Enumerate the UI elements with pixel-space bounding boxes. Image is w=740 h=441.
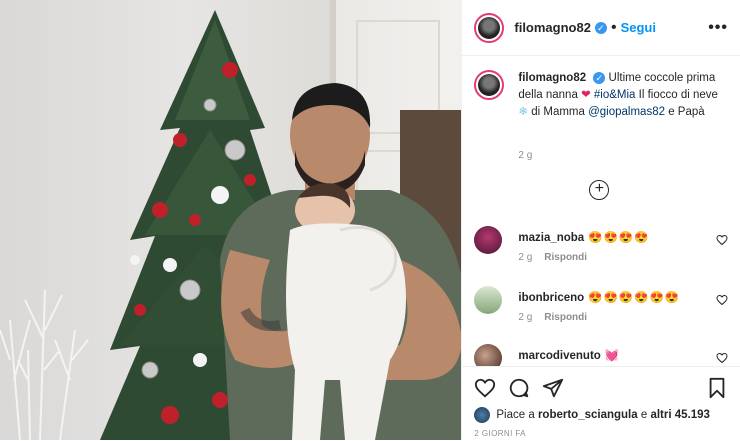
author-username[interactable]: filomagno82 (514, 20, 591, 35)
hashtag-link[interactable]: #io&Mia (594, 89, 636, 101)
avatar-image (478, 74, 501, 96)
liker-avatar[interactable] (474, 407, 491, 423)
verified-badge-icon: ✓ (593, 72, 606, 84)
comment-icon[interactable] (508, 377, 530, 399)
commenter-username[interactable]: marcodivenuto (518, 350, 600, 362)
caption-username[interactable]: filomagno82 (518, 72, 586, 84)
likes-middle: e (640, 409, 648, 421)
load-more-comments-button[interactable]: + (589, 180, 610, 200)
comment-text: mazia_noba 😍😍😍😍 (518, 230, 649, 244)
comment-time: 2 g (518, 252, 533, 263)
follow-button[interactable]: Segui (621, 20, 656, 35)
comment-time: 2 g (518, 312, 533, 323)
more-options-icon[interactable]: ••• (708, 19, 728, 37)
comment-meta: 2 g Rispondi (518, 312, 587, 323)
caption-body: di Mamma (531, 106, 585, 118)
post-caption: filomagno82 ✓ Ultime coccole prima della… (474, 70, 728, 121)
post-side-panel: filomagno82 ✓ • Segui ••• filomagno82 ✓ … (461, 0, 740, 441)
instagram-post: filomagno82 ✓ • Segui ••• filomagno82 ✓ … (0, 0, 740, 441)
post-actions-bar: Piace a roberto_sciangula e altri 45.193… (462, 366, 740, 441)
comment-heart-icon[interactable] (716, 352, 728, 364)
likes-others-link[interactable]: altri 45.193 (650, 409, 709, 421)
likes-prefix: Piace a (496, 409, 535, 421)
likes-summary: Piace a roberto_sciangula e altri 45.193 (474, 407, 710, 423)
header-separator: • (610, 18, 617, 36)
comment-text: marcodivenuto 💓 (518, 348, 620, 362)
verified-badge-icon: ✓ (594, 21, 607, 34)
mention-link[interactable]: @giopalmas82 (588, 106, 665, 118)
snowflake-emoji: ❄ (518, 106, 529, 118)
comment-body: 😍😍😍😍 (588, 232, 650, 244)
reply-button[interactable]: Rispondi (544, 312, 587, 323)
action-icons (474, 377, 728, 401)
bookmark-icon[interactable] (706, 377, 728, 399)
post-header: filomagno82 ✓ • Segui ••• (462, 0, 740, 56)
caption-body: e Papà (668, 106, 705, 118)
commenter-username[interactable]: ibonbriceno (518, 292, 584, 304)
commenter-avatar[interactable] (474, 226, 503, 254)
heart-icon[interactable] (474, 377, 496, 399)
decorative-branches (0, 289, 89, 440)
commenter-avatar[interactable] (474, 286, 503, 314)
comment-heart-icon[interactable] (716, 294, 728, 306)
caption-body: Il fiocco di neve (638, 89, 718, 101)
caption-time: 2 g (518, 150, 533, 161)
avatar-image (478, 16, 501, 39)
man-holding-baby (220, 83, 462, 440)
post-photo[interactable] (0, 0, 462, 440)
caption-text: filomagno82 ✓ Ultime coccole prima della… (518, 70, 728, 121)
comment-body: 💓 (604, 350, 621, 362)
commenter-username[interactable]: mazia_noba (518, 232, 584, 244)
comment-body: 😍😍😍😍😍😍 (588, 292, 681, 304)
comment-text: ibonbriceno 😍😍😍😍😍😍 (518, 290, 680, 304)
liker-username[interactable]: roberto_sciangula (538, 409, 638, 421)
post-date: 2 GIORNI FA (474, 429, 526, 438)
comment-meta: 2 g Rispondi (518, 252, 587, 263)
comment-heart-icon[interactable] (716, 234, 728, 246)
reply-button[interactable]: Rispondi (544, 252, 587, 263)
share-icon[interactable] (542, 377, 564, 399)
author-avatar[interactable] (474, 12, 505, 43)
caption-author-avatar[interactable] (474, 70, 505, 100)
heart-emoji: ❤ (581, 89, 591, 101)
